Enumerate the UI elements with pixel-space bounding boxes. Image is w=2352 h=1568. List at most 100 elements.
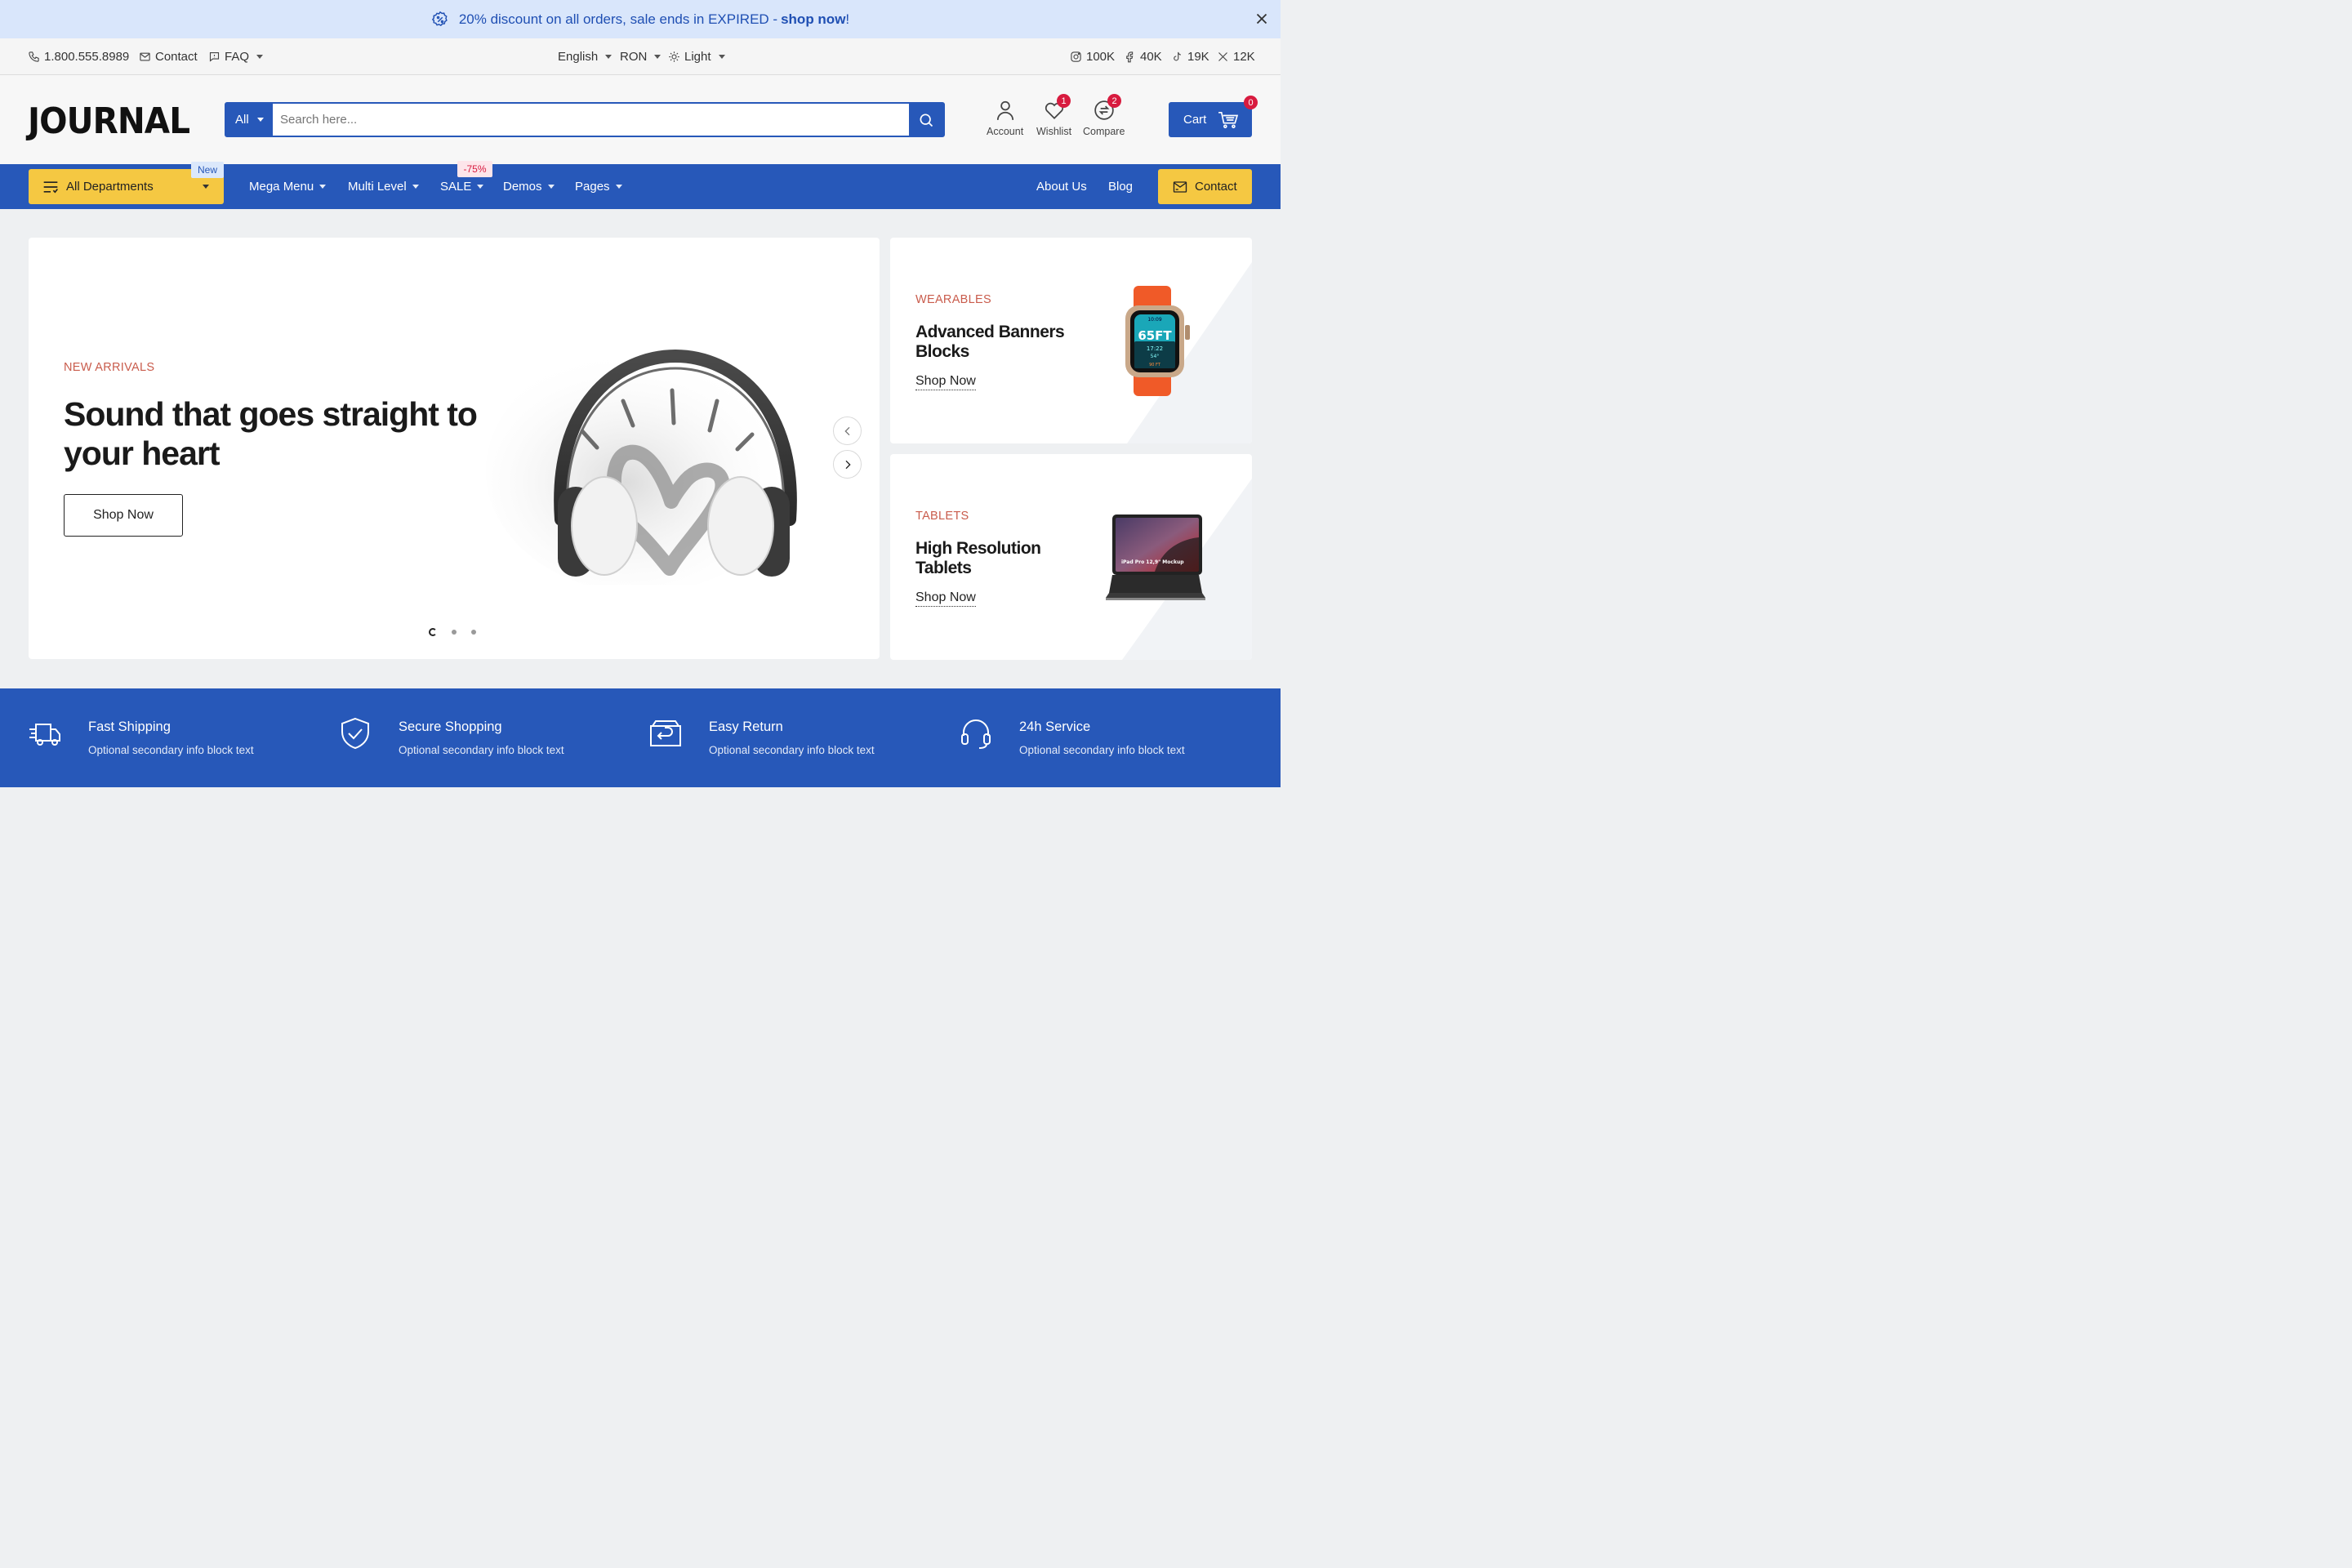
feature-subtitle: Optional secondary info block text <box>709 744 875 756</box>
instagram-link[interactable]: 100K <box>1070 38 1115 75</box>
currency-dropdown[interactable]: RON <box>620 38 662 75</box>
account-button[interactable]: Account <box>987 100 1023 137</box>
user-icon <box>996 100 1013 121</box>
search-input[interactable] <box>273 104 909 136</box>
language-label: English <box>558 50 599 64</box>
wishlist-button[interactable]: Wishlist 1 <box>1036 94 1071 137</box>
nav-item-demos[interactable]: Demos <box>503 164 555 209</box>
banner-shop-now-link[interactable]: Shop Now <box>915 590 976 607</box>
phone-number: 1.800.555.8989 <box>44 50 130 64</box>
search-icon <box>920 114 933 127</box>
chat-icon <box>209 51 220 62</box>
hero-eyebrow: NEW ARRIVALS <box>64 361 155 374</box>
slide-dot-active[interactable] <box>429 628 437 636</box>
new-badge: New <box>191 162 224 178</box>
banner-eyebrow: WEARABLES <box>915 293 991 306</box>
language-dropdown[interactable]: English <box>558 38 612 75</box>
watch-temp-text: 54° <box>1151 354 1160 359</box>
tablet-image: iPad Pro 12,9" Mockup <box>1106 514 1205 600</box>
nav-item-multi-level[interactable]: Multi Level <box>348 164 419 209</box>
instagram-icon <box>1071 51 1081 62</box>
facebook-icon <box>1126 51 1134 63</box>
chevron-down-icon <box>654 55 662 59</box>
feature-secure-shopping: Secure Shopping Optional secondary info … <box>338 688 616 787</box>
chevron-left-icon <box>844 426 849 435</box>
x-count: 12K <box>1233 50 1255 64</box>
previous-slide-button[interactable] <box>833 416 862 445</box>
tablet-screen-text: iPad Pro 12,9" Mockup <box>1121 559 1184 565</box>
contact-link[interactable]: Contact <box>139 38 198 75</box>
promo-bar: 20% discount on all orders, sale ends in… <box>0 0 1281 38</box>
nav-link-blog[interactable]: Blog <box>1108 164 1133 209</box>
cart-count-badge: 0 <box>1244 96 1258 109</box>
hero-shop-now-button[interactable]: Shop Now <box>64 494 183 537</box>
watch-time-text: 17:22 <box>1147 345 1163 352</box>
facebook-link[interactable]: 40K <box>1124 38 1162 75</box>
nav-item-label: Demos <box>503 180 542 194</box>
watch-depth-text: 65FT <box>1138 328 1172 343</box>
compare-label: Compare <box>1083 126 1125 137</box>
nav-item-label: Mega Menu <box>249 180 314 194</box>
feature-title: Secure Shopping <box>399 719 502 734</box>
chevron-down-icon <box>605 55 612 59</box>
nav-item-pages[interactable]: Pages <box>575 164 622 209</box>
sun-icon <box>669 51 679 62</box>
chevron-down-icon <box>412 185 419 189</box>
search-category-label: All <box>235 113 249 127</box>
truck-icon <box>29 724 60 746</box>
chevron-down-icon <box>256 118 264 122</box>
menu-list-icon <box>43 180 58 194</box>
slider-pagination <box>429 628 476 636</box>
nav-item-mega-menu[interactable]: Mega Menu <box>249 164 327 209</box>
promo-shop-now-link[interactable]: shop now <box>781 11 845 28</box>
cart-icon <box>1218 111 1239 128</box>
contact-label: Contact <box>155 50 198 64</box>
phone-link[interactable]: 1.800.555.8989 <box>28 38 129 75</box>
sale-discount-badge: -75% <box>457 161 492 177</box>
facebook-count: 40K <box>1140 50 1162 64</box>
nav-item-label: Pages <box>575 180 610 194</box>
contact-label: Contact <box>1195 180 1237 194</box>
cart-button[interactable]: Cart 0 <box>1169 96 1258 137</box>
mail-icon <box>140 52 150 61</box>
headphones-image <box>486 348 797 585</box>
compare-button[interactable]: Compare 2 <box>1083 94 1125 137</box>
search-bar: All <box>225 102 945 137</box>
theme-dropdown[interactable]: Light <box>668 38 725 75</box>
cart-label: Cart <box>1183 113 1207 127</box>
compare-count-badge: 2 <box>1107 94 1121 108</box>
headset-icon <box>961 719 991 749</box>
banner-tablets[interactable]: TABLETS High Resolution Tablets Shop Now… <box>890 454 1252 660</box>
currency-label: RON <box>620 50 648 64</box>
close-icon[interactable] <box>1253 10 1271 28</box>
chevron-down-icon <box>203 185 209 189</box>
watch-top-text: 10:09 <box>1147 317 1161 323</box>
hero-title: Sound that goes straight to your heart <box>64 395 478 472</box>
feature-24h-service: 24h Service Optional secondary info bloc… <box>959 688 1236 787</box>
nav-item-label: Multi Level <box>348 180 407 194</box>
chevron-down-icon <box>615 185 622 189</box>
slide-dot[interactable] <box>471 630 476 635</box>
site-logo[interactable]: JOURNAL <box>28 100 190 142</box>
chevron-right-icon <box>845 460 851 469</box>
wishlist-count-badge: 1 <box>1057 94 1071 108</box>
next-slide-button[interactable] <box>833 450 862 479</box>
banner-wearables[interactable]: WEARABLES Advanced Banners Blocks Shop N… <box>890 238 1252 443</box>
banner-eyebrow: TABLETS <box>915 510 969 523</box>
banner-shop-now-link[interactable]: Shop Now <box>915 374 976 390</box>
chevron-down-icon <box>718 55 725 59</box>
tiktok-count: 19K <box>1187 50 1209 64</box>
x-link[interactable]: 12K <box>1217 38 1255 75</box>
nav-contact-button[interactable]: Contact <box>1158 169 1252 204</box>
search-category-dropdown[interactable]: All <box>226 104 273 136</box>
nav-link-label: About Us <box>1036 180 1087 194</box>
tiktok-icon <box>1174 51 1181 61</box>
departments-label: All Departments <box>66 180 154 194</box>
slide-dot[interactable] <box>452 630 457 635</box>
nav-link-about-us[interactable]: About Us <box>1036 164 1087 209</box>
watch-bottom-text: 90 FT <box>1149 363 1161 368</box>
tiktok-link[interactable]: 19K <box>1171 38 1209 75</box>
banner-title: Advanced Banners Blocks <box>915 323 1065 361</box>
search-button[interactable] <box>909 104 943 136</box>
faq-dropdown[interactable]: FAQ <box>208 38 264 75</box>
